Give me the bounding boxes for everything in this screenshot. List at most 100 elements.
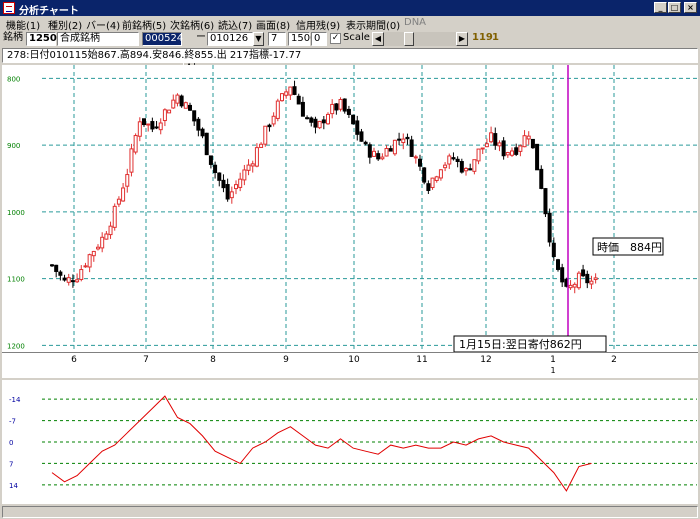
candle-down [192, 110, 197, 122]
indicator-tick-label: 0 [9, 439, 13, 447]
candle-up [66, 277, 71, 283]
candle-down [300, 101, 305, 117]
candle-up [234, 184, 238, 190]
candle-up [271, 115, 276, 125]
price-tick-label: 1200 [7, 342, 25, 350]
time-scrollbar-track[interactable] [384, 32, 456, 46]
candle-up [104, 233, 109, 240]
chevron-down-icon[interactable]: ▼ [253, 32, 264, 46]
candle-up [434, 176, 439, 182]
candle-down [359, 131, 364, 142]
candle-down [296, 95, 301, 105]
candle-down [376, 153, 381, 160]
candle-up [229, 191, 234, 199]
candle-down [547, 212, 552, 243]
candle-up [96, 246, 100, 250]
candle-down [418, 158, 422, 167]
window-title: 分析チャート [19, 6, 79, 17]
candle-down [530, 138, 535, 149]
candle-down [179, 95, 184, 107]
candle-down [355, 120, 360, 135]
candle-up [464, 167, 468, 172]
candle-up [175, 94, 180, 104]
price-chart-background [2, 65, 698, 352]
candle-up [430, 177, 435, 189]
price-tick-label: 1000 [7, 209, 25, 217]
price-chart: 1200 1100 1000 900 800 時価 884円 1月15日:翌日寄付862円 [2, 65, 698, 352]
candle-up [246, 164, 251, 171]
candle-down [321, 119, 326, 124]
candle-up [83, 265, 88, 268]
status-bar [0, 505, 700, 519]
candle-up [510, 150, 514, 156]
app-chart-icon [3, 2, 15, 14]
candle-up [254, 147, 259, 167]
candle-up [480, 147, 485, 150]
candle-down [367, 144, 372, 158]
candle-down [351, 114, 356, 125]
scale-checkbox[interactable]: ✓ [330, 33, 341, 44]
date-tick-label: 11 [416, 355, 427, 365]
time-scrollbar-thumb[interactable] [404, 32, 414, 46]
price-chart-pane[interactable]: 1200 1100 1000 900 800 時価 884円 1月15日:翌日寄付862円 [2, 65, 698, 352]
period-field[interactable]: 7 [268, 32, 286, 46]
window-titlebar: 分析チャート _ □ × [0, 0, 700, 17]
stock-name-field[interactable]: 合成銘柄 [57, 32, 139, 46]
candle-up [288, 86, 293, 96]
indicator-tick-label: 14 [9, 482, 18, 490]
candle-up [593, 277, 598, 281]
candle-down [455, 158, 460, 163]
candle-up [129, 148, 134, 173]
indicator-chart: 14 7 0 -7 -14 [2, 380, 698, 504]
price-tick-label: 900 [7, 142, 20, 150]
code-label: 銘柄 [3, 32, 23, 43]
scroll-left-arrow-icon[interactable]: ◀ [372, 32, 384, 46]
candle-up [317, 120, 322, 129]
candle-up [121, 187, 126, 202]
candle-down [334, 103, 339, 111]
candle-up [250, 163, 255, 167]
scroll-right-arrow-icon[interactable]: ▶ [456, 32, 468, 46]
price-tick-label: 800 [7, 75, 20, 83]
close-button[interactable]: × [684, 2, 697, 13]
candle-down [213, 164, 218, 174]
candle-down [217, 172, 222, 181]
candle-up [91, 250, 96, 257]
candle-up [505, 152, 510, 156]
candle-up [526, 135, 531, 140]
candle-down [154, 126, 159, 129]
candle-down [535, 143, 540, 171]
candle-up [100, 236, 105, 249]
indicator-tick-label: -14 [9, 396, 21, 404]
candle-down [70, 280, 75, 283]
candle-down [397, 138, 402, 141]
date-axis-pane: 6 7 8 9 10 11 12 1 2 1 [2, 352, 698, 378]
candle-down [346, 108, 351, 115]
candle-up [392, 139, 397, 155]
candle-up [413, 156, 418, 159]
date-to-select[interactable]: 010126 [207, 32, 253, 46]
candle-up [497, 142, 502, 147]
candle-down [459, 161, 464, 173]
candle-down [50, 264, 54, 267]
candle-down [200, 128, 205, 137]
indicator-chart-pane[interactable]: 14 7 0 -7 -14 [2, 380, 698, 504]
candle-down [363, 141, 368, 145]
candle-down [514, 147, 519, 155]
candle-up [137, 121, 142, 137]
candle-down [204, 132, 209, 156]
candle-up [263, 125, 268, 145]
candle-down [551, 242, 556, 257]
maximize-button[interactable]: □ [668, 2, 681, 13]
candle-up [238, 178, 243, 188]
candle-down [142, 118, 146, 126]
date-from-input[interactable]: 000524 [142, 32, 183, 46]
candle-up [284, 91, 289, 96]
offset-field[interactable]: 0 [311, 32, 327, 46]
stock-code-input[interactable]: 1250 [26, 32, 57, 46]
bar-count-field[interactable]: 1500 [288, 32, 316, 46]
minimize-button[interactable]: _ [654, 2, 667, 13]
next-open-tooltip-text: 1月15日:翌日寄付862円 [459, 337, 582, 351]
candle-down [309, 117, 314, 123]
date-axis: 6 7 8 9 10 11 12 1 21 [2, 352, 698, 375]
